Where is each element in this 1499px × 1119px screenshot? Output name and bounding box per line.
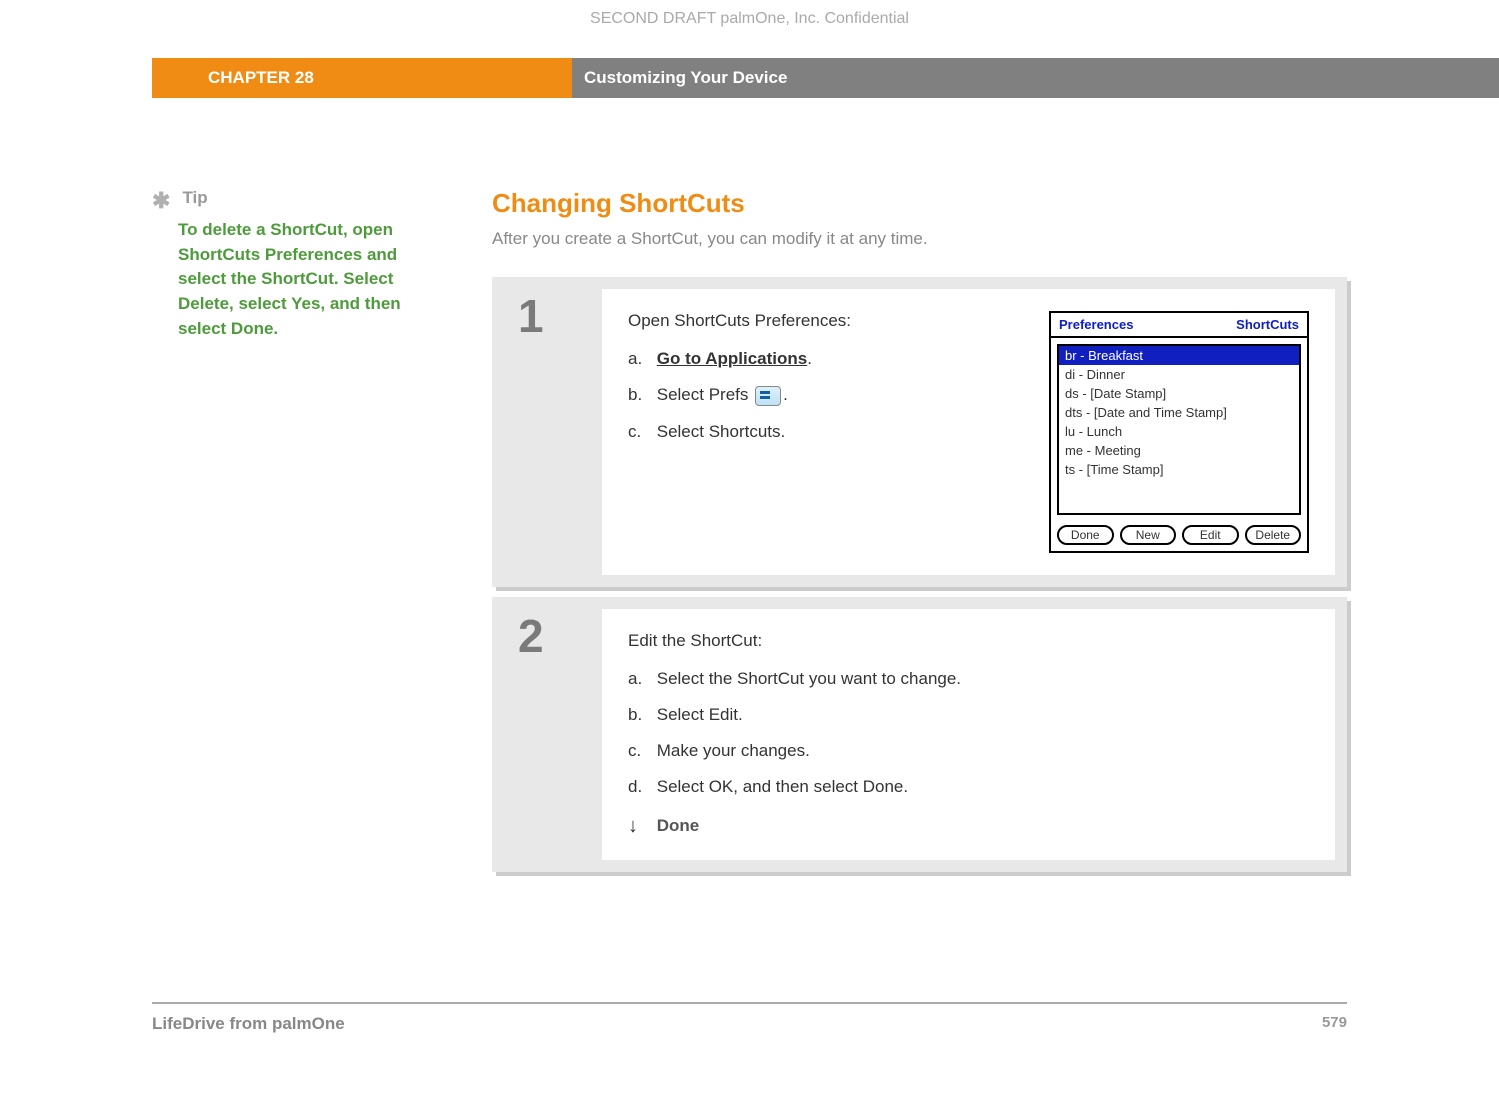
step-2a: a. Select the ShortCut you want to chang…	[628, 669, 1309, 689]
palm-delete-button: Delete	[1245, 525, 1302, 545]
step-1b: b. Select Prefs .	[628, 385, 1019, 406]
tip-sidebar: ✱ Tip To delete a ShortCut, open ShortCu…	[152, 188, 432, 882]
palm-shortcut-list: br - Breakfast di - Dinner ds - [Date St…	[1057, 344, 1301, 515]
palm-item: me - Meeting	[1059, 441, 1299, 460]
main-content: Changing ShortCuts After you create a Sh…	[492, 188, 1347, 882]
done-indicator: ↓ Done	[628, 815, 1309, 838]
palm-edit-button: Edit	[1182, 525, 1239, 545]
palm-title-right: ShortCuts	[1236, 317, 1299, 332]
step-1: 1 Open ShortCuts Preferences: a. Go to A…	[492, 277, 1347, 587]
palm-item-selected: br - Breakfast	[1059, 346, 1299, 365]
page-footer: LifeDrive from palmOne 579	[152, 1002, 1347, 1034]
step-2c: c. Make your changes.	[628, 741, 1309, 761]
step-1-lead: Open ShortCuts Preferences:	[628, 311, 1019, 331]
palm-item: lu - Lunch	[1059, 422, 1299, 441]
palm-item: ts - [Time Stamp]	[1059, 460, 1299, 479]
step-1c: c. Select Shortcuts.	[628, 422, 1019, 442]
step-2d: d. Select OK, and then select Done.	[628, 777, 1309, 797]
step-2-number: 2	[492, 597, 602, 872]
step-2-lead: Edit the ShortCut:	[628, 631, 1309, 651]
go-to-applications-link[interactable]: Go to Applications	[657, 349, 807, 368]
tip-label: Tip	[182, 188, 207, 207]
palm-item: dts - [Date and Time Stamp]	[1059, 403, 1299, 422]
chapter-banner: CHAPTER 28 Customizing Your Device	[0, 58, 1499, 98]
asterisk-icon: ✱	[152, 188, 178, 214]
palm-done-button: Done	[1057, 525, 1114, 545]
down-arrow-icon: ↓	[628, 815, 646, 838]
step-2: 2 Edit the ShortCut: a. Select the Short…	[492, 597, 1347, 872]
palm-item: ds - [Date Stamp]	[1059, 384, 1299, 403]
confidential-header: SECOND DRAFT palmOne, Inc. Confidential	[0, 0, 1499, 58]
step-1-number: 1	[492, 277, 602, 587]
footer-page-number: 579	[1322, 1014, 1347, 1034]
palm-new-button: New	[1120, 525, 1177, 545]
palm-screenshot: Preferences ShortCuts br - Breakfast di …	[1049, 311, 1309, 553]
prefs-icon	[755, 386, 781, 406]
footer-product: LifeDrive from palmOne	[152, 1014, 345, 1034]
step-2b: b. Select Edit.	[628, 705, 1309, 725]
chapter-label: CHAPTER 28	[152, 58, 572, 98]
section-heading: Changing ShortCuts	[492, 188, 1347, 219]
section-intro: After you create a ShortCut, you can mod…	[492, 229, 1347, 249]
step-1a: a. Go to Applications.	[628, 349, 1019, 369]
palm-title-left: Preferences	[1059, 317, 1133, 332]
tip-body: To delete a ShortCut, open ShortCuts Pre…	[178, 218, 432, 341]
palm-item: di - Dinner	[1059, 365, 1299, 384]
chapter-title: Customizing Your Device	[572, 58, 1499, 98]
